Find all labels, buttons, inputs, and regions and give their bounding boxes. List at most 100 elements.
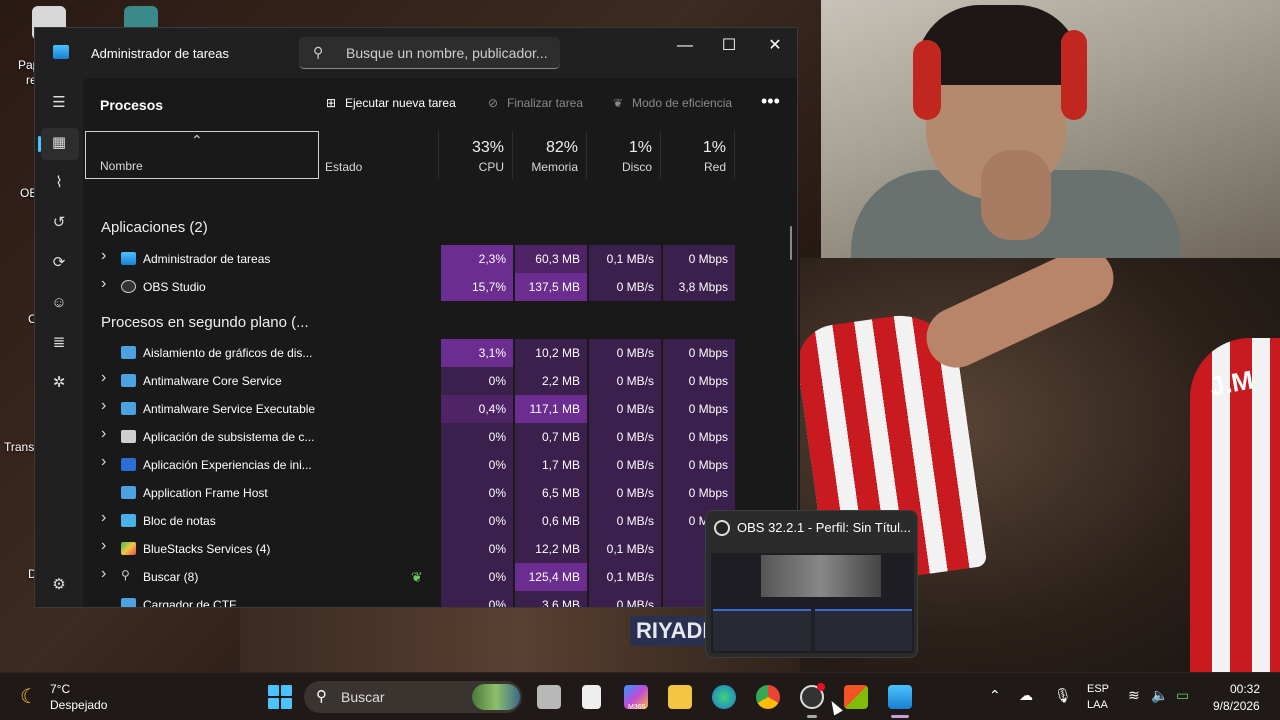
processes-icon[interactable]: ▦ <box>47 131 71 155</box>
table-row[interactable]: ›Bloc de notas0%0,6 MB0 MB/s0 Mbps <box>85 507 736 535</box>
input-language[interactable]: ESP <box>1087 683 1109 695</box>
nav-active-indicator <box>38 136 41 152</box>
memory-cell: 137,5 MB <box>515 273 588 301</box>
clock-time[interactable]: 00:32 <box>1230 682 1260 696</box>
onedrive-icon[interactable]: ☁ <box>1019 687 1033 704</box>
column-header-label: Estado <box>325 160 363 174</box>
taskbar-search[interactable]: ⚲ Buscar <box>304 681 522 713</box>
disk-total: 1% <box>628 139 652 156</box>
chevron-right-icon[interactable]: › <box>101 425 106 443</box>
webcam-headset <box>913 40 941 120</box>
memory-cell: 12,2 MB <box>515 535 588 563</box>
task-manager-taskbar-icon[interactable] <box>888 685 912 709</box>
table-row[interactable]: › Antimalware Service Executable 0,4% 117,1… <box>85 395 736 423</box>
processes-page: Procesos ⊞ Ejecutar nueva tarea ⊘ Finaliza… <box>83 78 797 608</box>
app-history-icon[interactable]: ↺ <box>47 211 71 235</box>
start-button[interactable] <box>268 685 292 709</box>
chevron-right-icon[interactable]: › <box>101 565 106 583</box>
table-row[interactable]: › Antimalware Core Service 0% 2,2 MB 0 MB/s 0… <box>85 367 736 395</box>
close-button[interactable]: ✕ <box>752 32 797 60</box>
details-icon[interactable]: ≣ <box>47 331 71 355</box>
battery-icon[interactable]: ▭ <box>1176 687 1189 704</box>
column-header-label: Disco <box>621 160 652 174</box>
chevron-right-icon[interactable]: › <box>101 397 106 415</box>
running-indicator <box>807 715 817 718</box>
end-task-button[interactable]: ⊘ Finalizar tarea <box>485 96 583 110</box>
hamburger-icon[interactable]: ☰ <box>47 91 71 115</box>
cpu-cell: 0% <box>441 479 514 507</box>
cpu-cell: 0,4% <box>441 395 514 423</box>
clock-date[interactable]: 9/8/2026 <box>1213 699 1260 713</box>
disk-cell: 0 MB/s <box>589 479 662 507</box>
chevron-right-icon[interactable]: › <box>101 369 106 387</box>
column-header-name[interactable]: ⌃ Nombre <box>85 131 319 179</box>
chevron-right-icon[interactable]: › <box>101 509 106 527</box>
chevron-right-icon[interactable]: › <box>101 247 106 265</box>
thumbnail-scene <box>761 555 881 597</box>
weather-temperature[interactable]: 7°C <box>50 682 70 696</box>
weather-description[interactable]: Despejado <box>50 698 107 712</box>
column-header-status[interactable]: Estado <box>319 131 439 179</box>
more-options-button[interactable]: ••• <box>761 91 780 112</box>
chevron-right-icon[interactable]: › <box>101 275 106 293</box>
section-header-background[interactable]: Procesos en segundo plano (... <box>101 314 309 331</box>
chrome-icon[interactable] <box>756 685 780 709</box>
edge-icon[interactable] <box>712 685 736 709</box>
preview-title: OBS 32.2.1 - Perfil: Sin Títul... <box>737 520 911 535</box>
table-row[interactable]: › Administrador de tareas 2,3% 60,3 MB 0,1 M… <box>85 245 736 273</box>
file-explorer-icon[interactable] <box>668 685 692 709</box>
chevron-right-icon[interactable]: › <box>101 537 106 555</box>
chevron-up-icon[interactable]: ⌃ <box>989 687 1001 704</box>
run-new-task-button[interactable]: ⊞ Ejecutar nueva tarea <box>323 96 456 110</box>
disk-cell: 0 MB/s <box>589 591 662 607</box>
microsoft-store-icon[interactable] <box>844 685 868 709</box>
network-cell: 0 Mbps <box>663 423 736 451</box>
task-manager-icon <box>121 252 136 265</box>
task-view-icon[interactable] <box>537 685 561 709</box>
microphone-icon[interactable]: 🎙 <box>1054 687 1072 704</box>
settings-icon[interactable]: ⚙ <box>47 573 71 597</box>
column-header-cpu[interactable]: 33% CPU <box>439 131 513 179</box>
window-icon <box>121 402 136 415</box>
performance-icon[interactable]: ⌇ <box>47 171 71 195</box>
table-row[interactable]: › Aplicación Experiencias de ini... 0% 1,7 … <box>85 451 736 479</box>
wifi-icon[interactable]: ≋ <box>1128 687 1140 704</box>
obs-window-preview[interactable]: OBS 32.2.1 - Perfil: Sin Títul... <box>705 510 918 658</box>
disk-cell: 0 MB/s <box>589 423 662 451</box>
column-header-memory[interactable]: 82% Memoria <box>513 131 587 179</box>
bluestacks-icon <box>121 542 136 555</box>
table-row[interactable]: ›⚲Buscar (8)❦0%125,4 MB0,1 MB/s0 M <box>85 563 736 591</box>
title-bar[interactable]: Administrador de tareas ⚲ Busque un nomb… <box>35 28 797 78</box>
run-task-label: Ejecutar nueva tarea <box>345 96 456 110</box>
window-icon <box>121 346 136 359</box>
search-input[interactable]: ⚲ Busque un nombre, publicador... <box>299 37 560 69</box>
file-icon[interactable] <box>582 685 601 709</box>
efficiency-mode-button[interactable]: ❦ Modo de eficiencia <box>610 96 732 110</box>
minimize-button[interactable]: — <box>662 32 708 60</box>
startup-apps-icon[interactable]: ⟳ <box>47 251 71 275</box>
column-header-network[interactable]: 1% Red <box>661 131 735 179</box>
section-header-apps[interactable]: Aplicaciones (2) <box>101 219 208 236</box>
moon-weather-icon[interactable]: ☾ <box>20 684 38 709</box>
table-row[interactable]: Application Frame Host 0% 6,5 MB 0 MB/s 0 Mb… <box>85 479 736 507</box>
table-row[interactable]: › BlueStacks Services (4) 0% 12,2 MB 0,1 MB/… <box>85 535 736 563</box>
maximize-button[interactable]: ☐ <box>706 32 752 60</box>
windows-logo-icon <box>268 698 279 709</box>
network-cell: 0 Mbps <box>663 479 736 507</box>
users-icon[interactable]: ☺ <box>47 291 71 315</box>
scrollbar-thumb[interactable] <box>790 226 792 260</box>
chevron-right-icon[interactable]: › <box>101 453 106 471</box>
volume-icon[interactable]: 🔈 <box>1151 687 1168 704</box>
process-name: Cargador de CTF <box>143 598 237 608</box>
table-row[interactable]: › Aplicación de subsistema de c... 0% 0,7 M… <box>85 423 736 451</box>
table-row[interactable]: Aislamiento de gráficos de dis... 3,1% 10,… <box>85 339 736 367</box>
table-row[interactable]: Cargador de CTF0%3,6 MB0 MB/s0 M <box>85 591 736 608</box>
cpu-cell: 0% <box>441 535 514 563</box>
table-row[interactable]: › OBS Studio 15,7% 137,5 MB 0 MB/s 3,8 Mbps <box>85 273 736 301</box>
efficiency-mode-label: Modo de eficiencia <box>632 96 733 110</box>
memory-cell: 0,7 MB <box>515 423 588 451</box>
keyboard-layout[interactable]: LAA <box>1087 699 1108 711</box>
services-icon[interactable]: ✲ <box>47 371 71 395</box>
cpu-cell: 0% <box>441 591 514 607</box>
column-header-disk[interactable]: 1% Disco <box>587 131 661 179</box>
